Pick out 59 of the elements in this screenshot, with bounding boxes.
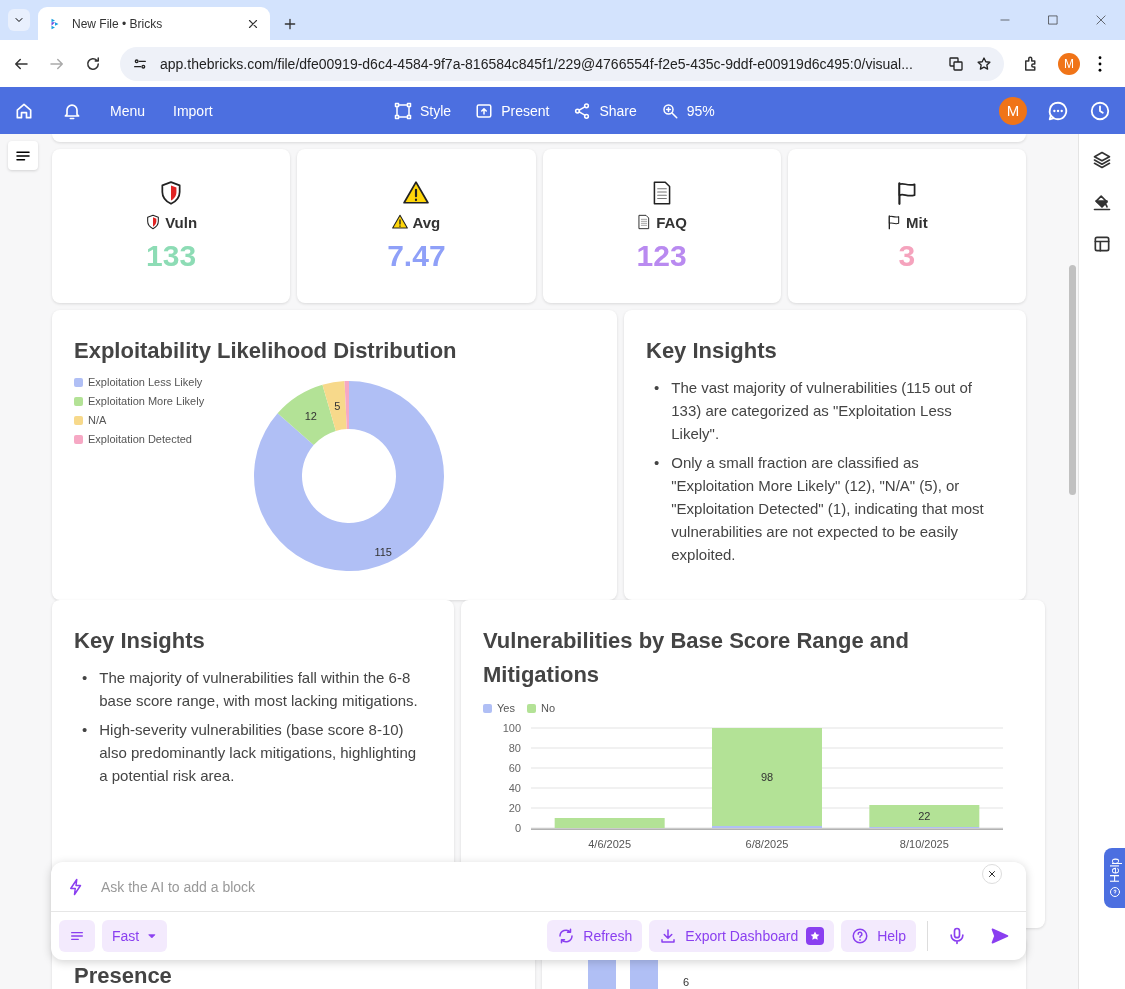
address-bar[interactable]: app.thebricks.com/file/dfe00919-d6c4-4584-9f7a-816584c845f1/229@4766554f-f2e5-435c-9ddf-e00919d6c495:0/visual...: [120, 46, 1004, 81]
stat-label: Avg: [412, 213, 441, 231]
axis-tick: 0: [514, 822, 521, 834]
user-avatar[interactable]: M: [999, 96, 1027, 125]
ai-action-button[interactable]: Help: [841, 920, 916, 952]
profile-avatar[interactable]: M: [1058, 52, 1080, 75]
toolbar-button[interactable]: 95%: [660, 101, 715, 120]
toolbar-button[interactable]: Style: [394, 101, 452, 120]
mode-dropdown[interactable]: Fast: [102, 920, 168, 952]
bullet-marker: •: [82, 720, 88, 740]
legend-label: Exploitation Detected: [88, 433, 192, 445]
slice-label: 115: [374, 545, 392, 558]
slice-label: 5: [334, 399, 341, 412]
toolbar-button[interactable]: Present: [475, 101, 550, 120]
axis-label: 4/6/2025: [588, 838, 632, 850]
insight-text: The majority of vulnerabilities fall within the 6-8 base score range, with most lacking mitigations.: [99, 668, 418, 711]
bullet-marker: •: [654, 453, 660, 473]
insight-text: High-severity vulnerabilities (base score 8-10) also predominantly lack mitigations, highlighting a potential risk area.: [99, 720, 418, 786]
stat-label: FAQ: [656, 213, 688, 231]
stat-value: 123: [636, 238, 687, 273]
help-tab[interactable]: Help: [1104, 848, 1125, 908]
legend-label: Yes: [497, 702, 515, 714]
legend-label: No: [540, 702, 555, 714]
bullet-marker: •: [654, 378, 660, 398]
legend-label: Exploitation Less Likely: [88, 376, 203, 388]
tab-title: New File • Bricks: [72, 16, 164, 31]
axis-label: 6/8/2025: [745, 838, 789, 850]
ai-prompt-field[interactable]: Ask the AI to add a block: [99, 877, 1010, 896]
stat-label: Mit: [906, 213, 928, 231]
browser-tab[interactable]: New File • Bricks: [38, 7, 270, 40]
bar-label: 22: [918, 810, 931, 822]
ai-action-button[interactable]: Export Dashboard: [649, 920, 835, 952]
slice-label: 12: [304, 410, 317, 423]
chart-title: Exploitability Likelihood Distribution: [74, 337, 458, 365]
toolbar-menu-item[interactable]: Menu: [110, 102, 146, 119]
toolbar-menu-item[interactable]: Import: [173, 102, 213, 119]
stat-value: 7.47: [387, 238, 446, 273]
stat-label: Vuln: [165, 213, 198, 231]
axis-tick: 60: [508, 762, 521, 774]
chart-title: Vulnerabilities by Base Score Range and Mitigations: [483, 627, 910, 689]
axis-tick: 80: [508, 742, 521, 754]
axis-label: 8/10/2025: [899, 838, 949, 850]
legend-label: Exploitation More Likely: [88, 395, 205, 407]
card-title: Key Insights: [74, 627, 206, 655]
stat-value: 133: [146, 238, 197, 273]
stat-value: 3: [898, 238, 916, 273]
axis-tick: 40: [508, 782, 521, 794]
toolbar-button[interactable]: Share: [573, 101, 637, 120]
bar-label: 6: [683, 976, 690, 988]
card-title: Key Insights: [646, 337, 778, 365]
legend-label: N/A: [88, 414, 107, 426]
ai-action-button[interactable]: Refresh: [547, 920, 643, 952]
axis-tick: 20: [508, 802, 521, 814]
bullet-marker: •: [82, 668, 88, 688]
axis-tick: 100: [502, 722, 521, 734]
bar-label: 98: [760, 771, 774, 783]
insight-text: The vast majority of vulnerabilities (115 out of 133) are categorized as "Exploitation Less Likely".: [671, 378, 973, 444]
chart-title: Presence: [74, 962, 173, 989]
insight-text: Only a small fraction are classified as "Exploitation More Likely" (12), "N/A" (5), or "Exploitation Detected" (1), indicating that most vulnerabilities are not expected to be easily exploited.: [671, 453, 985, 565]
